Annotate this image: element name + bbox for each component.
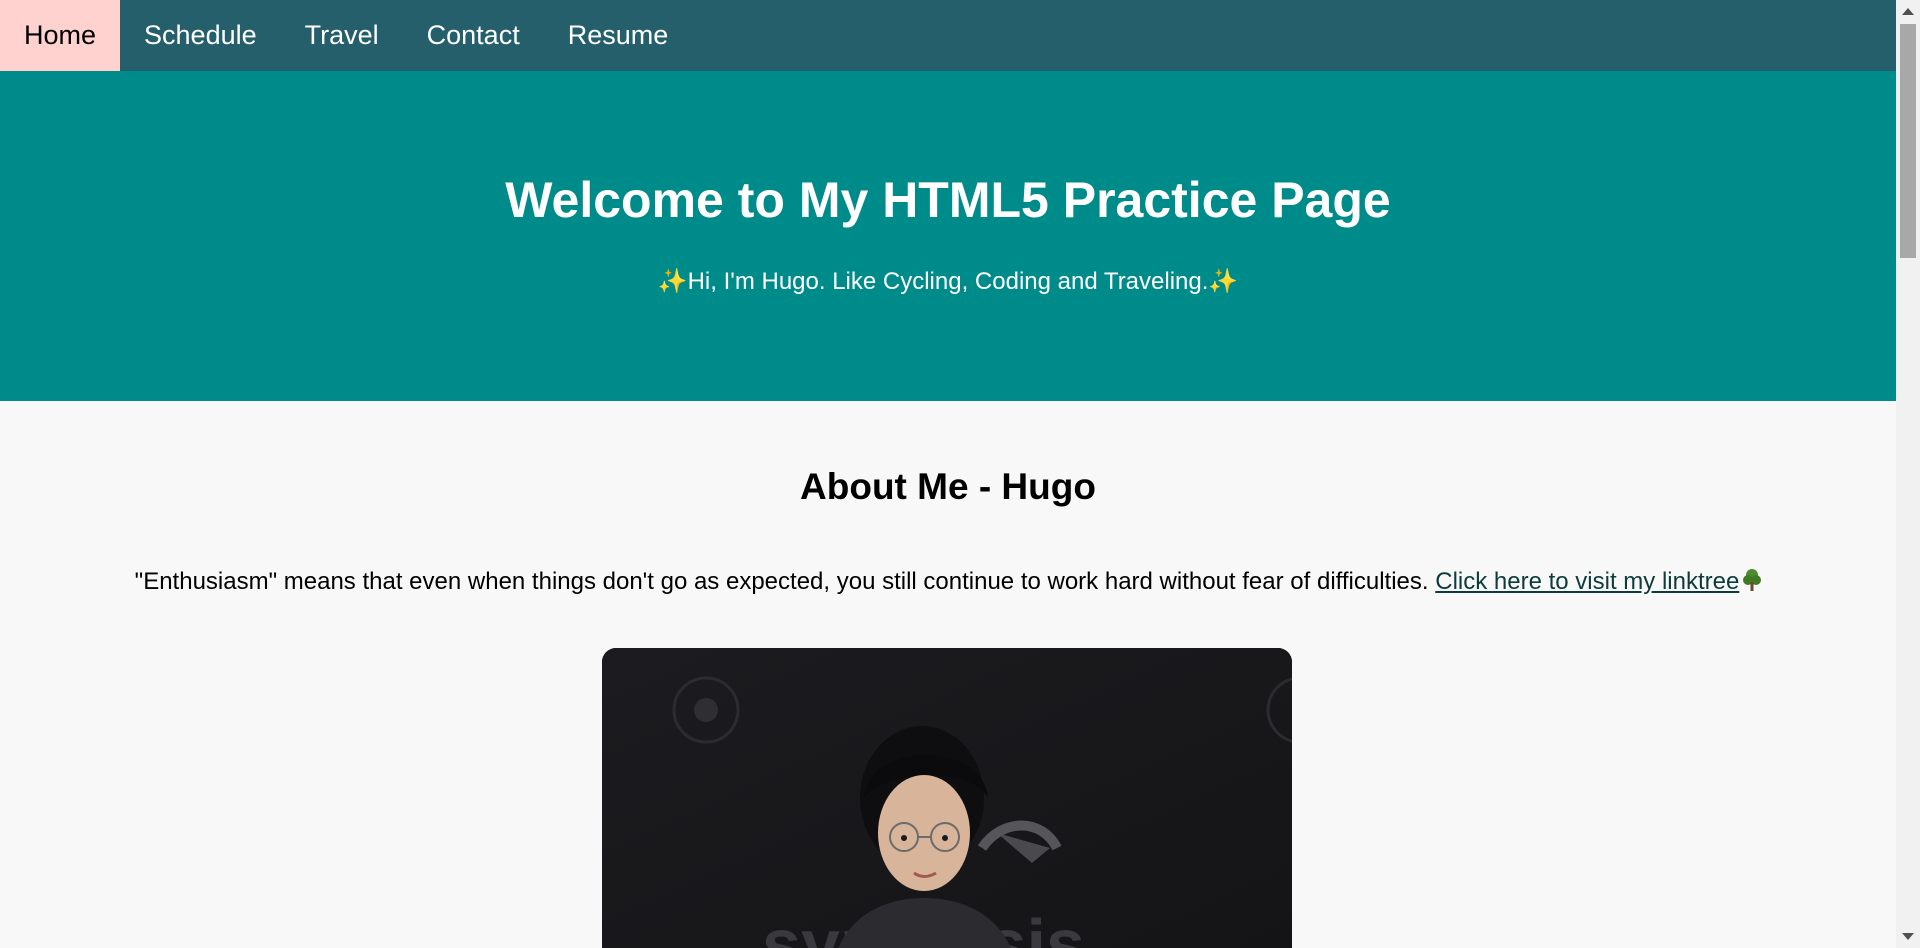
nav-resume[interactable]: Resume	[544, 0, 693, 71]
linktree-link-label: Click here to visit my linktree	[1435, 568, 1740, 595]
scrollbar-thumb[interactable]	[1900, 24, 1916, 258]
profile-photo: synthesis	[602, 648, 1292, 948]
hero-wave-divider	[0, 330, 1896, 390]
sparkle-icon: ✨	[1208, 268, 1239, 295]
scroll-up-icon[interactable]	[1902, 8, 1914, 15]
vertical-scrollbar[interactable]	[1896, 0, 1920, 948]
page: Home Schedule Travel Contact Resume Welc…	[0, 0, 1896, 948]
linktree-link[interactable]: Click here to visit my linktree	[1435, 568, 1762, 595]
top-navbar: Home Schedule Travel Contact Resume	[0, 0, 1896, 71]
about-title: About Me - Hugo	[800, 466, 1096, 507]
hero-title: Welcome to My HTML5 Practice Page	[505, 172, 1391, 228]
profile-photo-image: synthesis	[602, 648, 1292, 948]
scroll-down-icon[interactable]	[1902, 933, 1914, 940]
about-text: "Enthusiasm" means that even when things…	[0, 568, 1896, 596]
about-quote: "Enthusiasm" means that even when things…	[134, 568, 1436, 595]
nav-travel[interactable]: Travel	[281, 0, 403, 71]
sparkle-icon: ✨	[657, 268, 688, 295]
nav-home[interactable]: Home	[0, 0, 121, 71]
hero-subtitle: ✨Hi, I'm Hugo. Like Cycling, Coding and …	[0, 267, 1896, 296]
nav-contact[interactable]: Contact	[403, 0, 544, 71]
nav-schedule[interactable]: Schedule	[120, 0, 281, 71]
hero-subtitle-text: Hi, I'm Hugo. Like Cycling, Coding and T…	[687, 268, 1209, 295]
tree-icon	[1743, 569, 1762, 591]
